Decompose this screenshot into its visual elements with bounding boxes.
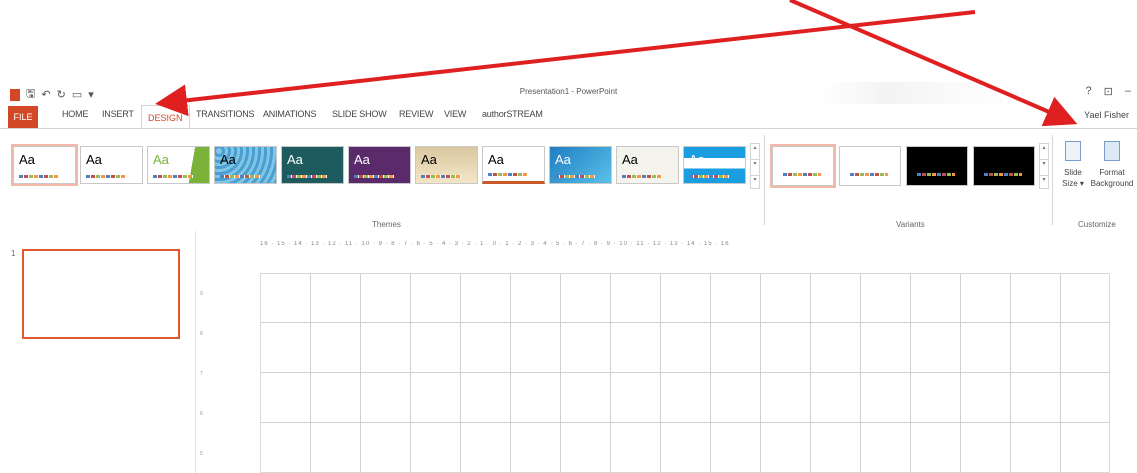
- theme-ion-boardroom[interactable]: Aa: [281, 146, 344, 184]
- slide-size-icon: [1065, 141, 1081, 161]
- scroll-down-icon[interactable]: ▾: [751, 160, 759, 176]
- more-icon[interactable]: ▾: [1040, 176, 1048, 191]
- theme-sample-text: Aa: [86, 152, 102, 167]
- paint-bucket-icon: [1104, 141, 1120, 161]
- slide-number: 1: [11, 249, 16, 258]
- tab-animations[interactable]: ANIMATIONS: [263, 109, 317, 119]
- theme-sample-text: Aa: [488, 152, 504, 167]
- ruler-tick: 7: [200, 371, 203, 377]
- variant-2[interactable]: [839, 146, 901, 186]
- user-name[interactable]: Yael Fisher: [1084, 110, 1129, 120]
- tab-view[interactable]: VIEW: [444, 109, 466, 119]
- themes-group-label: Themes: [372, 220, 401, 229]
- theme-sample-text: Aa: [153, 152, 169, 167]
- theme-sample-text: Aa: [19, 152, 35, 167]
- slide-thumbnail[interactable]: [22, 249, 180, 339]
- theme-slice[interactable]: Aa: [482, 146, 545, 184]
- theme-retrospect[interactable]: Aa: [415, 146, 478, 184]
- scroll-up-icon[interactable]: ▴: [751, 144, 759, 160]
- theme-sample-text: Aa: [220, 152, 236, 167]
- theme-sample-text: Aa: [555, 152, 571, 167]
- ribbon-tabs: FILE HOME INSERT DESIGN TRANSITIONS ANIM…: [0, 104, 1137, 129]
- variant-1[interactable]: [770, 144, 836, 188]
- slide-size-button[interactable]: Slide Size ▾: [1053, 141, 1093, 211]
- format-background-button[interactable]: Format Background: [1088, 141, 1136, 211]
- theme-dividend[interactable]: Aa: [616, 146, 679, 184]
- tab-home[interactable]: HOME: [62, 109, 88, 119]
- more-icon[interactable]: ▾: [751, 176, 759, 191]
- theme-sample-text: Aa: [689, 152, 705, 167]
- design-ribbon: Aa Aa Aa Aa Aa Aa Aa Aa Aa Aa Aa ▴ ▾ ▾ T…: [0, 128, 1137, 232]
- slide-size-label-2: Size ▾: [1062, 179, 1084, 188]
- theme-integral[interactable]: Aa: [214, 146, 277, 184]
- ruler-tick: 5: [200, 451, 203, 457]
- help-icon[interactable]: ?: [1086, 85, 1092, 98]
- slide-thumbnail-pane: 1: [0, 231, 196, 473]
- format-background-label-2: Background: [1090, 179, 1134, 188]
- theme-office-2[interactable]: Aa: [80, 146, 143, 184]
- minimize-icon[interactable]: –: [1125, 85, 1131, 98]
- ruler-tick: 9: [200, 291, 203, 297]
- workspace: 1 16 · 15 · 14 · 13 · 12 · 11 · 10 · 9 ·…: [0, 231, 1137, 473]
- theme-sample-text: Aa: [421, 152, 437, 167]
- theme-facet[interactable]: Aa: [147, 146, 210, 184]
- tab-file[interactable]: FILE: [8, 106, 38, 128]
- theme-office[interactable]: Aa: [11, 144, 78, 186]
- group-separator: [764, 135, 765, 225]
- vertical-ruler: 9 8 7 6 5: [198, 266, 210, 473]
- theme-sample-text: Aa: [622, 152, 638, 167]
- ruler-tick: 6: [200, 411, 203, 417]
- customize-group-label: Customize: [1078, 220, 1116, 229]
- variants-group-label: Variants: [896, 220, 925, 229]
- page-margin: [0, 0, 1137, 82]
- format-background-label: Format: [1099, 168, 1125, 177]
- tab-authorstream[interactable]: authorSTREAM: [482, 109, 543, 119]
- theme-sample-text: Aa: [287, 152, 303, 167]
- theme-sample-text: Aa: [354, 152, 370, 167]
- theme-organic[interactable]: Aa: [348, 146, 411, 184]
- tab-insert[interactable]: INSERT: [102, 109, 134, 119]
- ribbon-display-icon[interactable]: ⊡: [1104, 85, 1113, 98]
- tab-slide-show[interactable]: SLIDE SHOW: [332, 109, 387, 119]
- slide-size-label: Slide: [1064, 168, 1082, 177]
- slide-editing-canvas[interactable]: [260, 273, 1110, 473]
- window-controls: ? ⊡ –: [1086, 85, 1131, 98]
- scroll-up-icon[interactable]: ▴: [1040, 144, 1048, 160]
- themes-scroll[interactable]: ▴ ▾ ▾: [750, 143, 760, 189]
- tab-design[interactable]: DESIGN: [141, 105, 190, 129]
- variants-scroll[interactable]: ▴ ▾ ▾: [1039, 143, 1049, 189]
- tab-review[interactable]: REVIEW: [399, 109, 434, 119]
- tab-transitions[interactable]: TRANSITIONS: [196, 109, 255, 119]
- variant-3[interactable]: [906, 146, 968, 186]
- scroll-down-icon[interactable]: ▾: [1040, 160, 1048, 176]
- theme-wisp[interactable]: Aa: [549, 146, 612, 184]
- ruler-tick: 8: [200, 331, 203, 337]
- theme-frame[interactable]: Aa: [683, 146, 746, 184]
- variant-4[interactable]: [973, 146, 1035, 186]
- horizontal-ruler: 16 · 15 · 14 · 13 · 12 · 11 · 10 · 9 · 8…: [260, 241, 730, 247]
